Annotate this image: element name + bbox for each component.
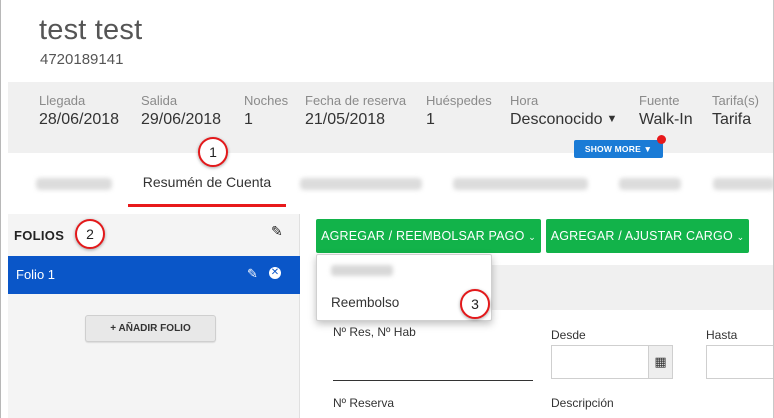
reservation-number-label: Nº Reserva xyxy=(333,396,395,410)
tab-account-summary[interactable]: Resumén de Cuenta xyxy=(128,160,286,206)
info-value: 1 xyxy=(244,111,253,128)
add-refund-payment-button[interactable]: AGREGAR / REEMBOLSAR PAGO ⌄ xyxy=(316,219,541,253)
add-adjust-charge-label: AGREGAR / AJUSTAR CARGO xyxy=(550,229,733,243)
chevron-down-icon: ⌄ xyxy=(528,232,536,242)
info-label: Tarifa(s) xyxy=(712,93,759,108)
add-folio-button[interactable]: + AÑADIR FOLIO xyxy=(85,315,216,342)
guest-phone: 4720189141 xyxy=(40,51,124,68)
info-value: 21/05/2018 xyxy=(305,111,386,128)
info-value: Tarifa xyxy=(712,111,752,128)
guest-name: test test xyxy=(39,14,143,46)
edit-folios-pencil-icon[interactable]: ✎ xyxy=(271,223,283,240)
info-value: 28/06/2018 xyxy=(39,111,120,128)
info-label: Salida xyxy=(141,93,178,108)
show-more-label: SHOW MORE xyxy=(584,144,641,154)
info-guests: Huéspedes 1 xyxy=(426,93,492,129)
add-refund-payment-label: AGREGAR / REEMBOLSAR PAGO xyxy=(321,229,525,243)
delete-folio-icon[interactable]: ✕ xyxy=(269,267,281,279)
chevron-down-icon: ▼ xyxy=(606,113,618,125)
show-more-button[interactable]: SHOW MORE ▼ xyxy=(574,140,663,158)
res-label: Nº Res, Nº Hab xyxy=(333,325,416,339)
plus-icon: + xyxy=(110,323,117,334)
folio-label: Folio 1 xyxy=(16,267,56,282)
form-header-strip xyxy=(491,265,773,310)
chevron-down-icon: ⌄ xyxy=(736,232,745,242)
res-number-input[interactable] xyxy=(333,380,533,381)
from-label: Desde xyxy=(551,328,586,342)
info-value: Walk-In xyxy=(639,111,693,128)
tabs-bar xyxy=(8,160,773,206)
time-select[interactable]: Desconocido ▼ xyxy=(510,111,617,129)
dropdown-item-refund[interactable]: Reembolso xyxy=(331,295,399,310)
tab-blurred[interactable] xyxy=(713,178,773,190)
info-label: Noches xyxy=(244,93,289,108)
info-time[interactable]: Hora Desconocido ▼ xyxy=(510,93,617,129)
tab-blurred[interactable] xyxy=(300,178,422,190)
to-date-input[interactable] xyxy=(706,345,773,379)
dropdown-item-blurred[interactable] xyxy=(331,265,393,276)
notification-dot xyxy=(657,135,666,144)
caret-down-icon: ▼ xyxy=(643,144,653,154)
info-departure: Salida 29/06/2018 xyxy=(141,93,221,129)
info-nights: Noches 1 xyxy=(244,93,288,129)
tab-blurred[interactable] xyxy=(619,178,681,190)
edit-folio-pencil-icon[interactable]: ✎ xyxy=(247,266,258,282)
info-booking-date: Fecha de reserva 21/05/2018 xyxy=(305,93,406,129)
active-tab-indicator xyxy=(128,204,286,207)
info-rate: Tarifa(s) Tarifa xyxy=(712,93,759,129)
description-label: Descripción xyxy=(551,396,614,410)
info-label: Hora xyxy=(510,93,539,108)
folios-heading: FOLIOS xyxy=(14,228,65,243)
info-value: 1 xyxy=(426,111,435,128)
info-label: Llegada xyxy=(39,93,86,108)
tab-blurred[interactable] xyxy=(36,178,112,190)
info-value: 29/06/2018 xyxy=(141,111,222,128)
info-value: Desconocido xyxy=(510,111,603,128)
annotation-marker: 3 xyxy=(460,289,490,319)
annotation-marker: 2 xyxy=(75,219,105,249)
info-label: Huéspedes xyxy=(426,93,492,108)
info-label: Fuente xyxy=(639,93,680,108)
reservation-window: test test 4720189141 Llegada 28/06/2018 … xyxy=(0,0,774,418)
calendar-icon[interactable]: ▦ xyxy=(648,345,673,379)
info-arrival: Llegada 28/06/2018 xyxy=(39,93,119,129)
add-adjust-charge-button[interactable]: AGREGAR / AJUSTAR CARGO ⌄ xyxy=(546,219,749,253)
add-folio-label: AÑADIR FOLIO xyxy=(118,323,191,334)
to-label: Hasta xyxy=(706,328,738,342)
info-label: Fecha de reserva xyxy=(305,93,407,108)
tab-blurred[interactable] xyxy=(453,178,588,190)
info-source: Fuente Walk-In xyxy=(639,93,693,129)
annotation-marker: 1 xyxy=(198,137,228,167)
